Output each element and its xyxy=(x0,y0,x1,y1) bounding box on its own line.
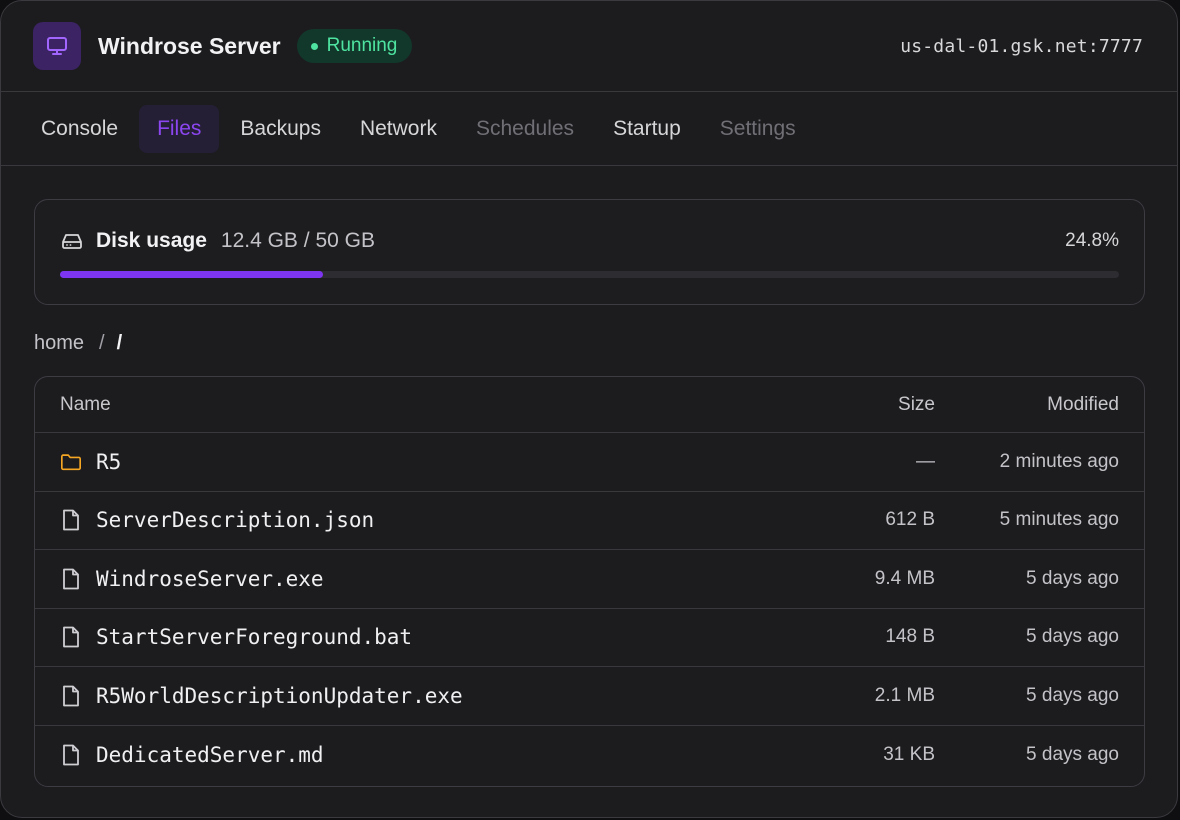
breadcrumb-separator: / xyxy=(99,332,105,354)
disk-usage-percent: 24.8% xyxy=(1065,230,1119,251)
file-size: 31 KB xyxy=(883,743,935,765)
disk-usage-amount: 12.4 GB / 50 GB xyxy=(220,229,375,252)
status-label: Running xyxy=(326,35,398,56)
file-table: Name Size Modified R5 — 2 minutes ago Serve… xyxy=(34,376,1145,787)
breadcrumb: home / / xyxy=(34,332,122,355)
file-modified: 5 minutes ago xyxy=(999,509,1119,531)
tab-console[interactable]: Console xyxy=(23,105,136,153)
tab-bar: Console Files Backups Network Schedules … xyxy=(1,92,1177,166)
status-dot xyxy=(310,42,318,50)
column-size[interactable]: Size xyxy=(735,394,935,416)
file-size: 612 B xyxy=(885,509,935,531)
tab-backups[interactable]: Backups xyxy=(222,105,339,153)
tab-schedules: Schedules xyxy=(475,116,575,140)
file-modified: 2 minutes ago xyxy=(999,450,1119,472)
file-name-cell: WindroseServer.exe xyxy=(60,567,735,591)
file-icon xyxy=(60,509,82,531)
file-size: — xyxy=(916,450,935,472)
file-name[interactable]: ServerDescription.json xyxy=(96,508,374,532)
tab-settings: Settings xyxy=(719,116,796,140)
server-title: Windrose Server xyxy=(98,32,281,59)
server-host: us-dal-01.gsk.net:7777 xyxy=(900,35,1143,57)
status-badge: Running xyxy=(296,29,413,63)
file-row[interactable]: R5WorldDescriptionUpdater.exe 2.1 MB 5 day… xyxy=(35,667,1144,726)
file-icon xyxy=(60,626,82,648)
file-modified: 5 days ago xyxy=(1026,684,1119,706)
column-name[interactable]: Name xyxy=(60,394,735,416)
disk-usage-card: Disk usage 12.4 GB / 50 GB 24.8% xyxy=(34,199,1145,305)
file-name[interactable]: DedicatedServer.md xyxy=(96,743,324,767)
file-name-cell: R5WorldDescriptionUpdater.exe xyxy=(60,684,735,708)
file-row[interactable]: WindroseServer.exe 9.4 MB 5 days ago xyxy=(35,550,1144,609)
file-name[interactable]: R5WorldDescriptionUpdater.exe xyxy=(96,684,463,708)
file-name-cell: R5 xyxy=(60,450,735,474)
tab-startup[interactable]: Startup xyxy=(595,105,699,153)
file-size: 9.4 MB xyxy=(874,567,935,589)
file-row[interactable]: DedicatedServer.md 31 KB 5 days ago xyxy=(35,726,1144,785)
file-name-cell: StartServerForeground.bat xyxy=(60,625,735,649)
file-name[interactable]: R5 xyxy=(96,450,121,474)
file-size: 2.1 MB xyxy=(874,684,935,706)
disk-usage-label: Disk usage xyxy=(96,229,207,252)
file-name[interactable]: WindroseServer.exe xyxy=(96,567,324,591)
folder-icon xyxy=(60,451,82,473)
server-window: Windrose Server Running us-dal-01.gsk.ne… xyxy=(0,0,1178,818)
hard-drive-icon xyxy=(60,229,84,253)
file-size: 148 B xyxy=(885,626,935,648)
breadcrumb-current: / xyxy=(116,332,123,354)
column-modified[interactable]: Modified xyxy=(935,394,1119,416)
file-modified: 5 days ago xyxy=(1026,743,1119,765)
tab-files[interactable]: Files xyxy=(139,104,220,153)
disk-usage-bar xyxy=(60,271,1119,278)
file-modified: 5 days ago xyxy=(1026,567,1119,589)
monitor-icon xyxy=(33,22,81,70)
file-modified: 5 days ago xyxy=(1026,626,1119,648)
file-row[interactable]: StartServerForeground.bat 148 B 5 days ago xyxy=(35,609,1144,667)
breadcrumb-home[interactable]: home xyxy=(34,332,84,355)
file-icon xyxy=(60,744,82,766)
file-row[interactable]: R5 — 2 minutes ago xyxy=(35,433,1144,492)
file-name-cell: ServerDescription.json xyxy=(60,508,735,532)
tab-network[interactable]: Network xyxy=(342,105,455,153)
file-table-header: Name Size Modified xyxy=(35,377,1144,433)
file-name-cell: DedicatedServer.md xyxy=(60,743,735,767)
file-icon xyxy=(60,685,82,707)
file-row[interactable]: ServerDescription.json 612 B 5 minutes ago xyxy=(35,492,1144,550)
file-name[interactable]: StartServerForeground.bat xyxy=(96,625,412,649)
file-icon xyxy=(60,568,82,590)
disk-usage-bar-fill xyxy=(60,271,323,278)
server-header: Windrose Server Running us-dal-01.gsk.ne… xyxy=(1,1,1177,92)
